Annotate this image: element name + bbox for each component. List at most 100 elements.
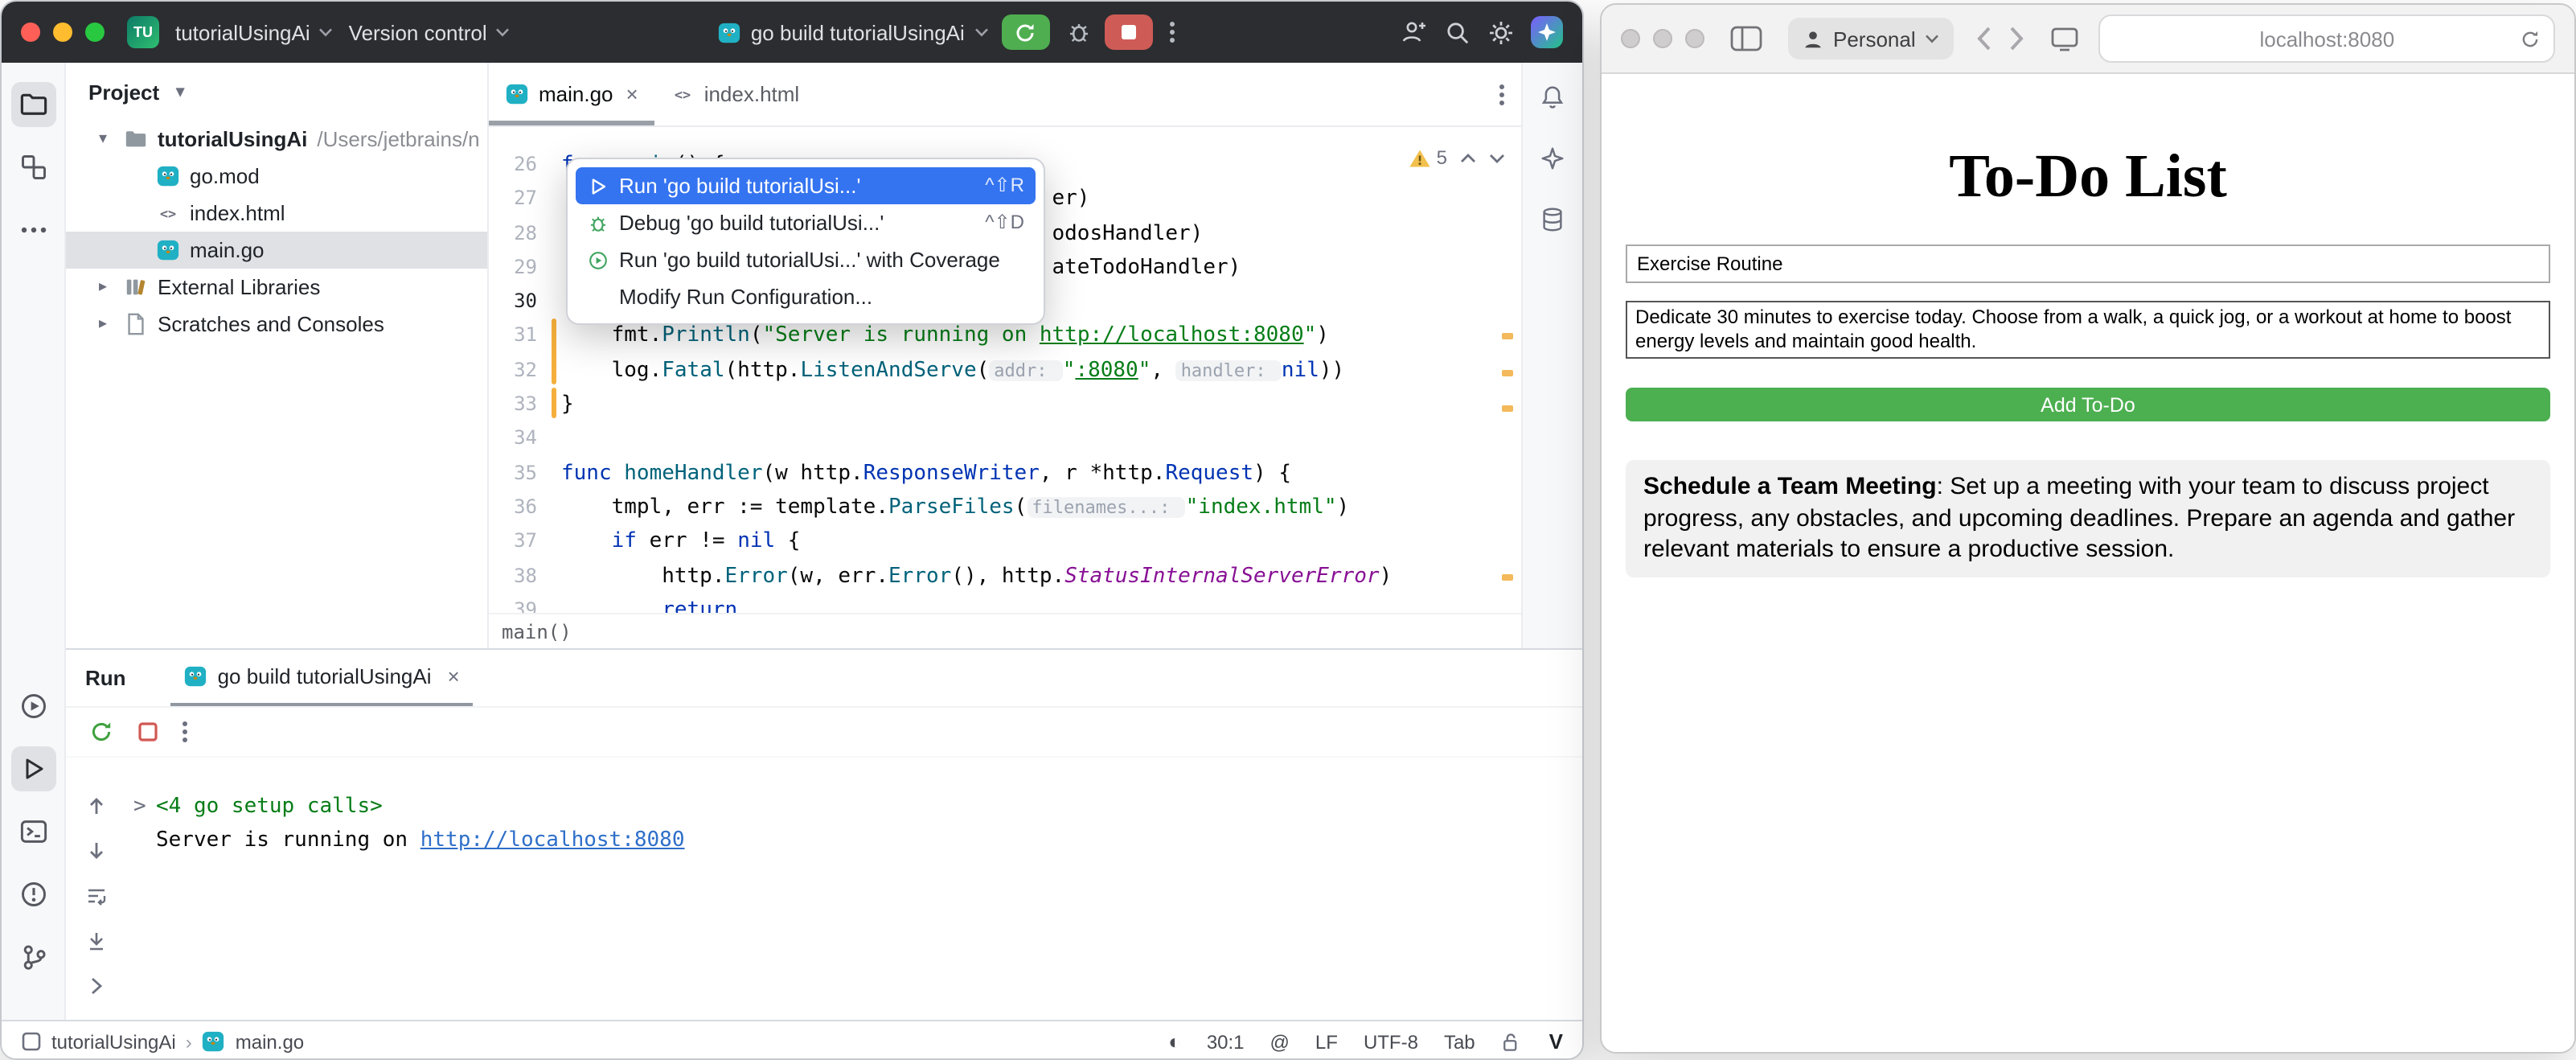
next-problem-icon[interactable]	[1489, 153, 1505, 164]
code-line[interactable]: 39 return	[489, 594, 1521, 614]
search-icon[interactable]	[1444, 18, 1471, 46]
chevron-right-icon[interactable]: ▸	[92, 315, 114, 333]
close-button[interactable]	[21, 23, 40, 42]
code-line[interactable]: 33}	[489, 388, 1521, 422]
menu-item-debug-go-build-tutorialusi-[interactable]: Debug 'go build tutorialUsi...'^⇧D	[576, 204, 1036, 241]
project-tree-item-go-mod[interactable]: go.mod	[66, 158, 487, 195]
monitor-icon[interactable]	[2051, 26, 2080, 51]
more-tool-windows-icon[interactable]	[10, 207, 55, 253]
scroll-to-end-icon[interactable]	[77, 922, 116, 961]
notifications-bell-icon[interactable]	[1532, 76, 1573, 117]
back-button[interactable]	[1977, 26, 1993, 51]
project-tree: ▾tutorialUsingAi/Users/jetbrains/ngo.mod…	[66, 121, 487, 343]
indent-widget[interactable]: Tab	[1444, 1030, 1475, 1053]
close-button[interactable]	[1621, 29, 1640, 48]
chevron-down-icon[interactable]: ▾	[169, 83, 191, 101]
caret-position[interactable]: 30:1	[1207, 1030, 1245, 1053]
code-line[interactable]: 34	[489, 422, 1521, 457]
code-editor[interactable]: 26func main() {27 er)28 odosHandler)29 a…	[489, 127, 1521, 614]
code-line[interactable]: 38 http.Error(w, err.Error(), http.Statu…	[489, 559, 1521, 594]
stop-icon[interactable]	[137, 721, 159, 744]
git-branch-icon[interactable]	[10, 935, 55, 980]
rerun-icon[interactable]	[88, 720, 114, 746]
ideavim-icon[interactable]: V	[1549, 1029, 1563, 1054]
profile-button[interactable]: Personal	[1788, 18, 1955, 60]
code-with-me-icon[interactable]	[1399, 18, 1428, 47]
minimize-button[interactable]	[53, 23, 72, 42]
project-tree-item-main-go[interactable]: main.go	[66, 232, 487, 269]
project-tree-item-scratches-and-consoles[interactable]: ▸ Scratches and Consoles	[66, 306, 487, 343]
run-tool-icon[interactable]	[10, 746, 55, 791]
address-text[interactable]: localhost:8080	[2101, 27, 2553, 51]
code-line[interactable]: 37 if err != nil {	[489, 525, 1521, 560]
code-text: return	[561, 594, 737, 614]
maximize-button[interactable]	[1685, 29, 1704, 48]
todo-title-input[interactable]	[1626, 244, 2550, 283]
database-tool-icon[interactable]	[1532, 198, 1573, 240]
contrast-icon[interactable]: ◐	[1168, 1029, 1181, 1054]
ai-status-icon[interactable]: @	[1270, 1030, 1290, 1053]
debug-button[interactable]	[1066, 19, 1092, 45]
menu-item-run-go-build-tutorialusi-[interactable]: Run 'go build tutorialUsi...'^⇧R	[576, 167, 1036, 204]
project-tool-icon[interactable]	[10, 82, 55, 127]
chevron-right-icon[interactable]	[77, 968, 116, 1006]
stop-button[interactable]	[1105, 14, 1153, 50]
close-tab-icon[interactable]: ×	[626, 82, 638, 106]
menu-item-run-go-build-tutorialusi-with-[interactable]: Run 'go build tutorialUsi...' with Cover…	[576, 241, 1036, 278]
problems-tool-icon[interactable]	[10, 872, 55, 917]
todo-description-textarea[interactable]: Dedicate 30 minutes to exercise today. C…	[1626, 301, 2550, 359]
vcs-menu-button[interactable]: Version control	[349, 20, 510, 44]
project-tree-item-external-libraries[interactable]: ▸External Libraries	[66, 269, 487, 306]
window-controls	[21, 23, 105, 42]
menu-item-modify-run-configuration-[interactable]: Modify Run Configuration...	[576, 278, 1036, 315]
console-options-kebab-icon[interactable]	[182, 720, 188, 746]
tab-index-html[interactable]: <> index.html	[654, 63, 816, 125]
settings-gear-icon[interactable]	[1487, 18, 1515, 46]
soft-wrap-icon[interactable]	[77, 877, 116, 916]
arrow-down-icon[interactable]	[77, 832, 116, 871]
tree-item-label: Scratches and Consoles	[158, 312, 384, 336]
project-tree-item-index-html[interactable]: <>index.html	[66, 195, 487, 232]
code-line[interactable]: 36 tmpl, err := template.ParseFiles(file…	[489, 491, 1521, 525]
chevron-right-icon[interactable]: ▸	[92, 278, 114, 296]
add-todo-button[interactable]: Add To-Do	[1626, 388, 2550, 421]
reload-icon[interactable]	[2520, 28, 2541, 49]
browser-window: Personal localhost:8080 To-Do List	[1600, 3, 2576, 1054]
project-tree-item-tutorialusingai[interactable]: ▾tutorialUsingAi/Users/jetbrains/n	[66, 121, 487, 158]
services-tool-icon[interactable]	[10, 684, 55, 729]
fold-chevron-icon[interactable]: >	[133, 791, 156, 824]
project-menu-button[interactable]: tutorialUsingAi	[175, 20, 333, 44]
chevron-down-icon[interactable]: ▾	[92, 130, 114, 148]
run-console-output[interactable]: ><4 go setup calls> Server is running on…	[127, 758, 1582, 1020]
web-page: To-Do List Dedicate 30 minutes to exerci…	[1602, 142, 2574, 1054]
arrow-up-icon[interactable]	[77, 787, 116, 826]
code-line[interactable]: 32 log.Fatal(http.ListenAndServe(addr: "…	[489, 354, 1521, 388]
code-line[interactable]: 35func homeHandler(w http.ResponseWriter…	[489, 456, 1521, 491]
encoding-widget[interactable]: UTF-8	[1364, 1030, 1418, 1053]
structure-tool-icon[interactable]	[10, 145, 55, 190]
console-link[interactable]: http://localhost:8080	[420, 824, 685, 858]
prev-problem-icon[interactable]	[1460, 153, 1476, 164]
address-bar[interactable]: localhost:8080	[2099, 14, 2555, 63]
inspections-widget[interactable]: 5	[1409, 142, 1505, 176]
tab-main-go[interactable]: main.go ×	[489, 63, 654, 125]
more-actions-kebab-icon[interactable]	[1169, 19, 1175, 45]
svg-text:<>: <>	[675, 87, 691, 103]
tab-options-kebab-icon[interactable]	[1499, 81, 1505, 107]
status-breadcrumb-project[interactable]: tutorialUsingAi	[51, 1030, 176, 1053]
minimize-button[interactable]	[1653, 29, 1672, 48]
breadcrumbs-bar[interactable]: main()	[489, 614, 1521, 649]
maximize-button[interactable]	[85, 23, 105, 42]
line-separator-widget[interactable]: LF	[1315, 1030, 1338, 1053]
ai-assistant-icon[interactable]	[1531, 16, 1563, 48]
run-console-tab[interactable]: go build tutorialUsingAi ×	[171, 651, 473, 707]
rerun-button[interactable]	[1002, 14, 1050, 50]
readonly-lock-icon[interactable]	[1501, 1030, 1524, 1053]
sidebar-toggle-icon[interactable]	[1730, 26, 1762, 51]
forward-button[interactable]	[2009, 26, 2025, 51]
close-tab-icon[interactable]: ×	[448, 665, 460, 689]
terminal-tool-icon[interactable]	[10, 809, 55, 854]
status-breadcrumb-file[interactable]: main.go	[236, 1030, 304, 1053]
ai-assistant-tool-icon[interactable]	[1532, 137, 1573, 179]
run-config-selector[interactable]: go build tutorialUsingAi	[717, 20, 989, 44]
